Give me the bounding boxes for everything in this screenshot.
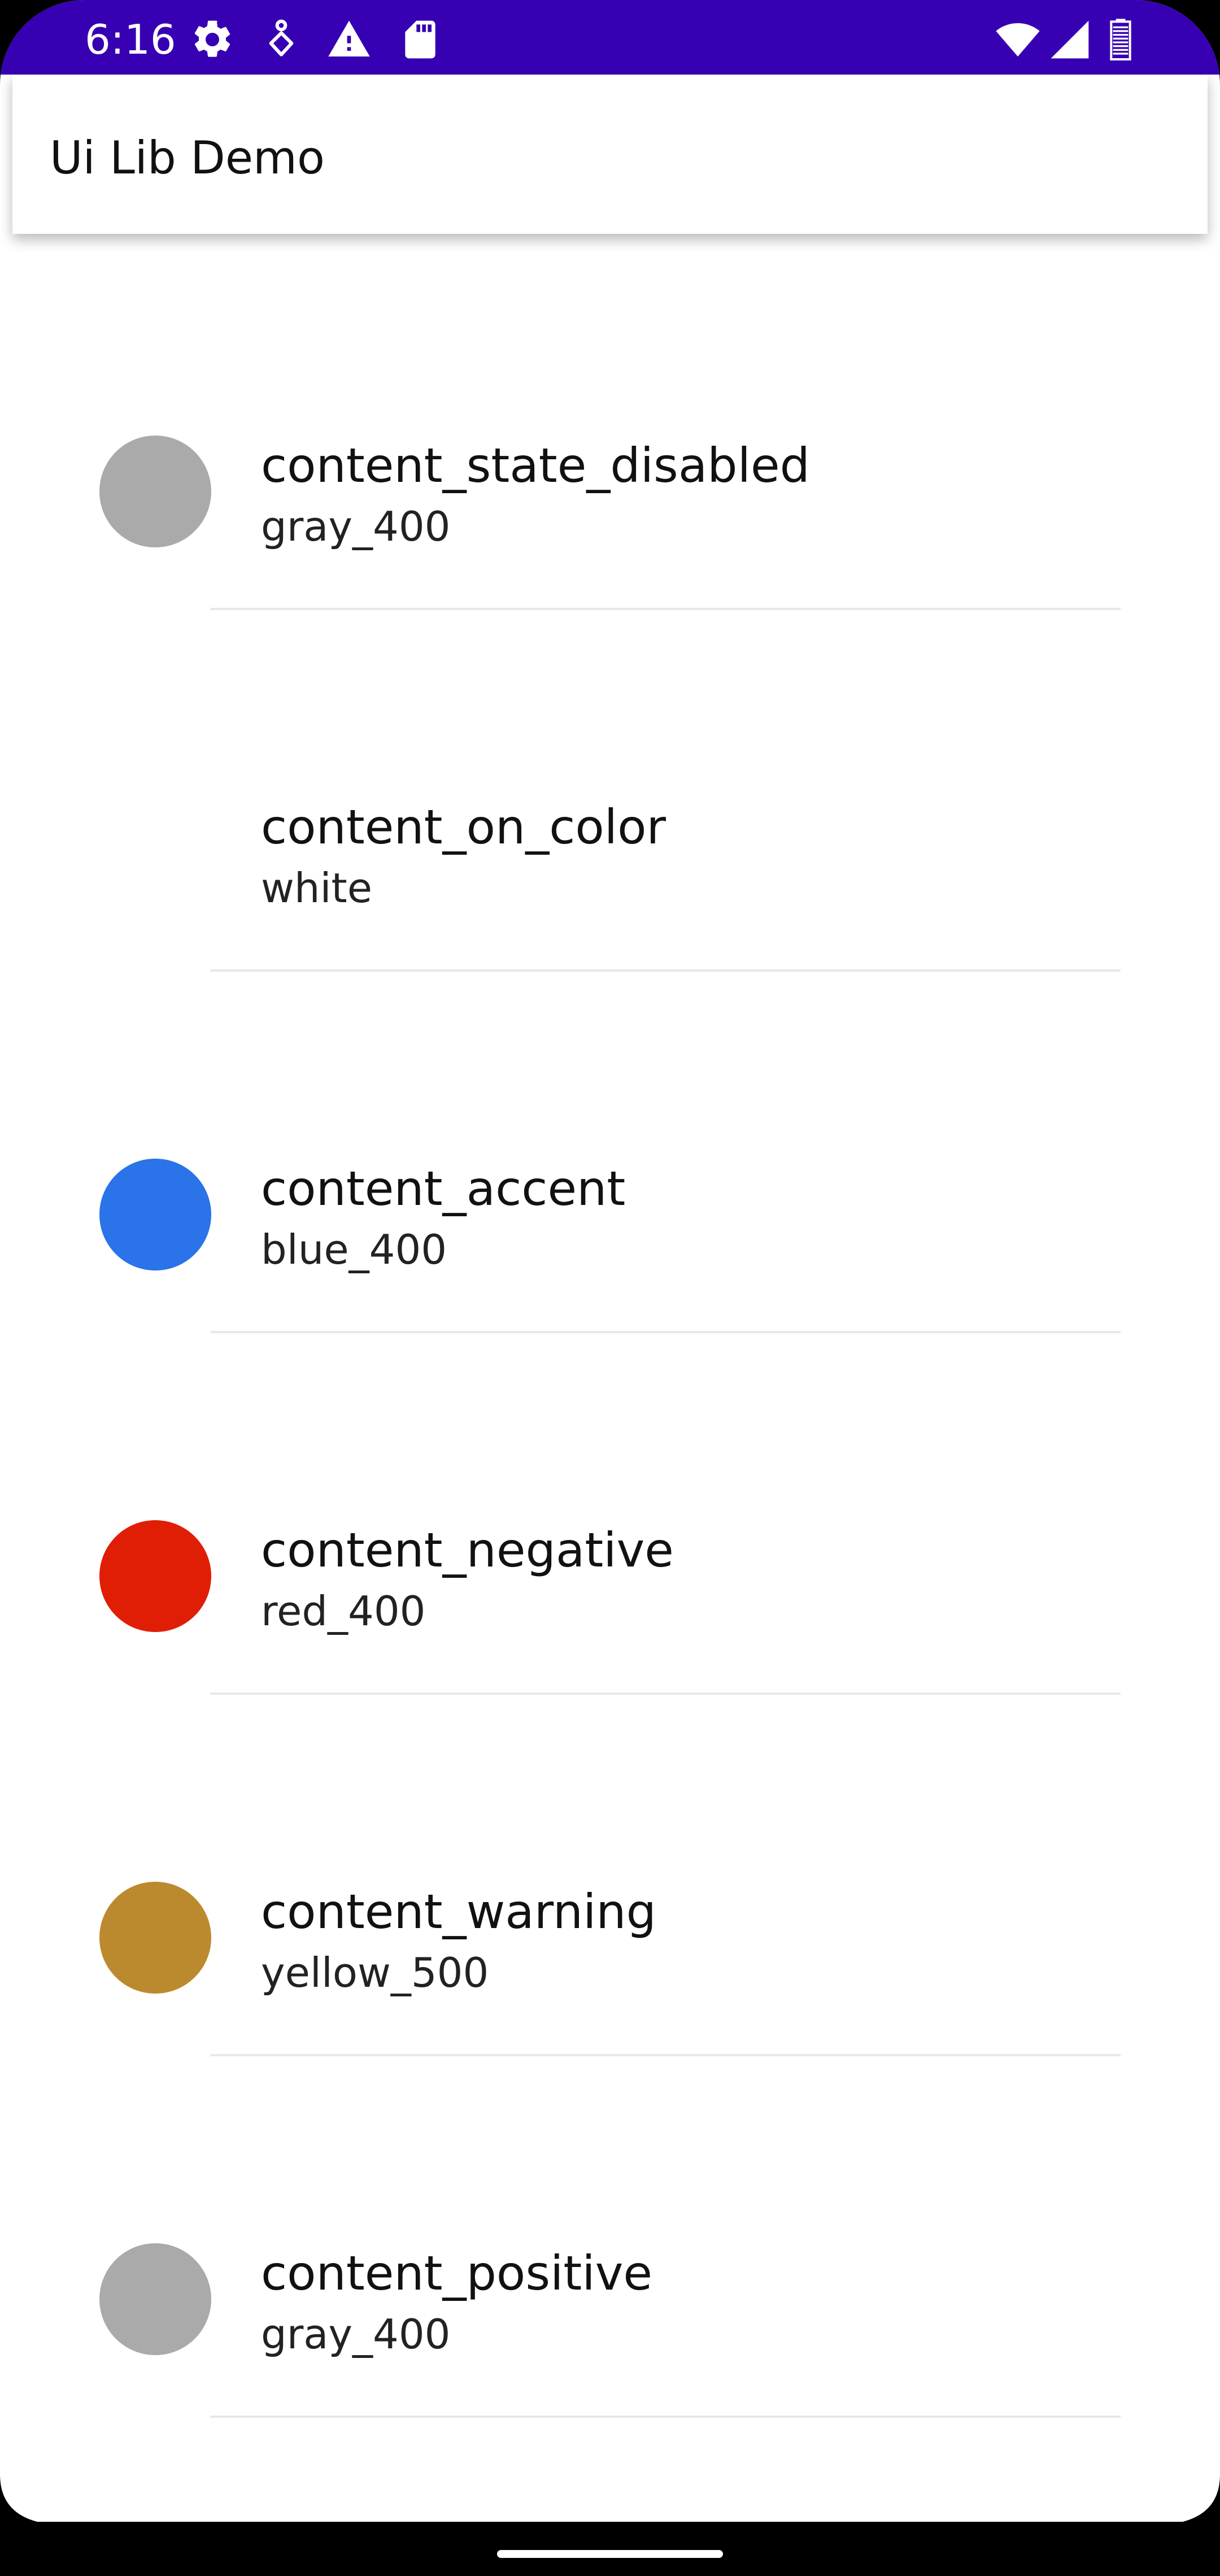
color-swatch bbox=[99, 2243, 211, 2355]
home-gesture-handle[interactable] bbox=[497, 2550, 723, 2558]
color-token-name: content_negative bbox=[261, 1522, 674, 1578]
color-token-value: gray_400 bbox=[261, 2310, 451, 2358]
status-time: 6:16 bbox=[85, 16, 176, 63]
settings-icon bbox=[190, 17, 235, 62]
color-token-value: yellow_500 bbox=[261, 1949, 489, 1996]
list-divider bbox=[210, 2416, 1121, 2418]
color-token-name: content_accent bbox=[261, 1161, 626, 1216]
color-token-list[interactable]: content_state_disabled gray_400 content_… bbox=[0, 234, 1220, 2522]
list-item[interactable]: content_on_color white bbox=[0, 595, 1220, 972]
status-bar: 6:16 bbox=[0, 0, 1220, 75]
battery-icon bbox=[1098, 17, 1143, 62]
list-item[interactable]: content_positive gray_400 bbox=[0, 2042, 1220, 2418]
app-screen: 6:16 Ui Lib Demo content_state_disabled bbox=[0, 0, 1220, 2576]
color-token-name: content_positive bbox=[261, 2246, 653, 2301]
accessibility-icon bbox=[259, 17, 304, 62]
color-token-name: content_state_disabled bbox=[261, 438, 810, 493]
warning-icon bbox=[326, 17, 372, 62]
color-token-name: content_on_color bbox=[261, 799, 666, 855]
color-swatch bbox=[99, 1882, 211, 1994]
sd-card-icon bbox=[398, 17, 443, 62]
page-title: Ui Lib Demo bbox=[50, 132, 325, 184]
color-swatch bbox=[99, 797, 211, 909]
color-token-value: white bbox=[261, 864, 373, 912]
list-item[interactable]: content_accent blue_400 bbox=[0, 957, 1220, 1333]
color-token-name: content_warning bbox=[261, 1884, 656, 1939]
color-swatch bbox=[99, 1520, 211, 1632]
color-token-value: red_400 bbox=[261, 1587, 426, 1635]
list-item[interactable]: content_warning yellow_500 bbox=[0, 1680, 1220, 2056]
app-bar: Ui Lib Demo bbox=[12, 75, 1208, 234]
navigation-bar bbox=[0, 2522, 1220, 2576]
color-token-value: gray_400 bbox=[261, 503, 451, 550]
color-swatch bbox=[99, 1159, 211, 1270]
list-item[interactable]: content_state_disabled gray_400 bbox=[0, 234, 1220, 610]
list-item[interactable]: content_negative red_400 bbox=[0, 1319, 1220, 1695]
color-swatch bbox=[99, 436, 211, 547]
signal-icon bbox=[1047, 17, 1092, 62]
color-token-value: blue_400 bbox=[261, 1226, 447, 1273]
wifi-icon bbox=[995, 17, 1040, 62]
